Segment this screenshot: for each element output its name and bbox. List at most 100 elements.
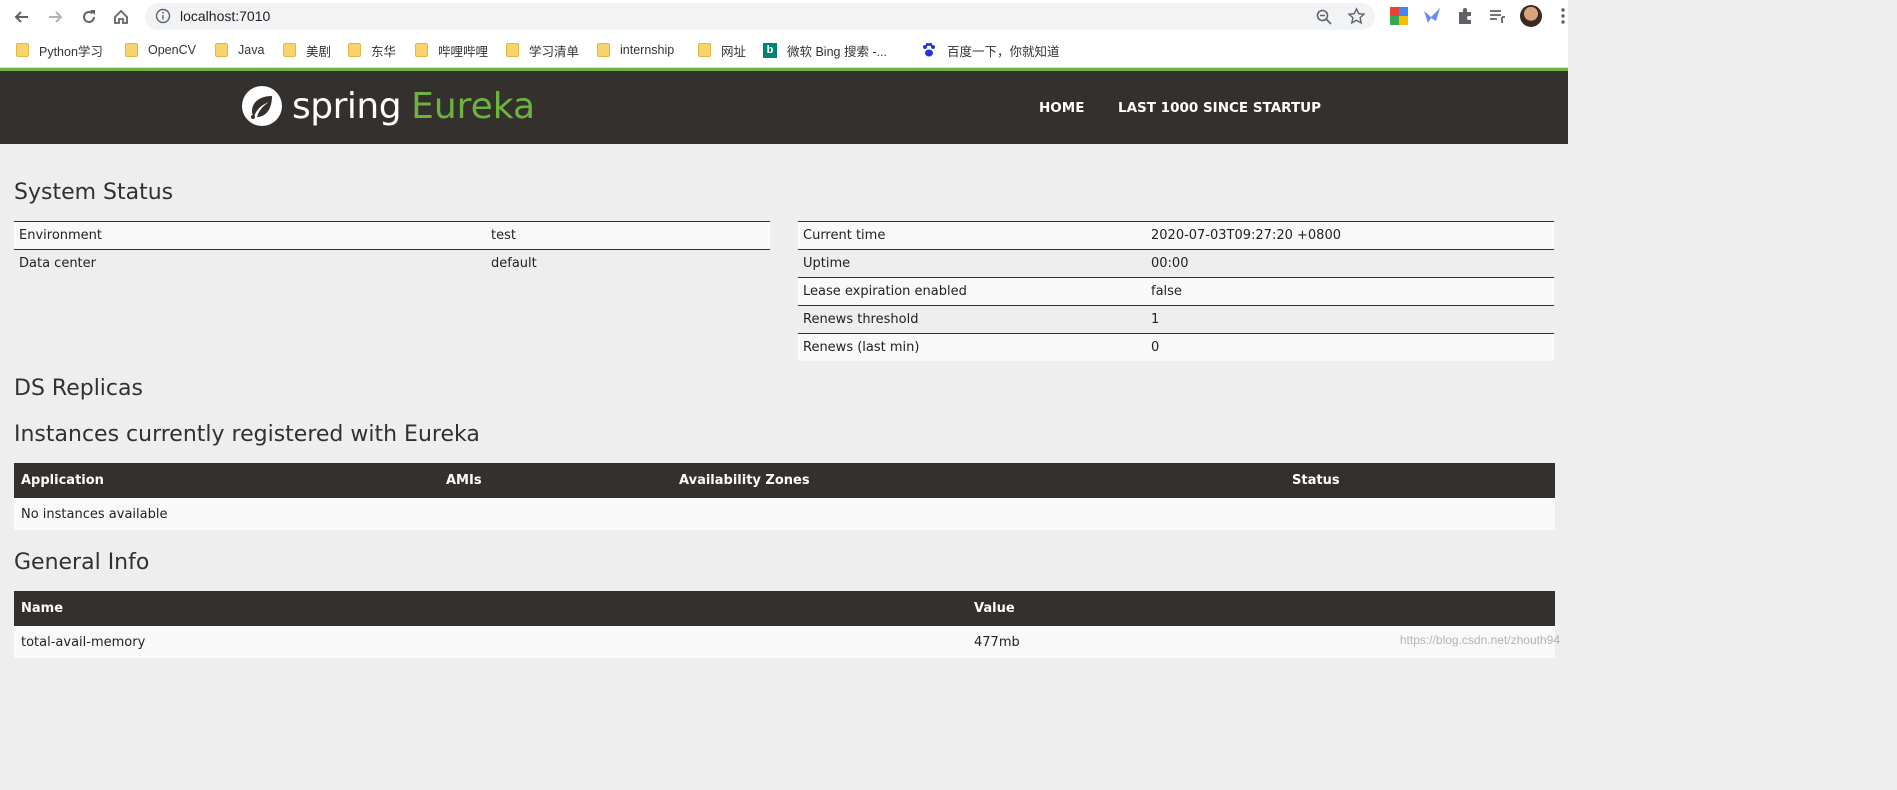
status-label: Lease expiration enabled bbox=[798, 277, 1146, 306]
folder-icon bbox=[698, 43, 711, 57]
table-row: total-avail-memory 477mb bbox=[14, 626, 1555, 658]
status-label: Data center bbox=[14, 249, 486, 277]
browser-toolbar: localhost:7010 bbox=[0, 0, 1568, 33]
system-status-title: System Status bbox=[14, 180, 174, 205]
info-name: total-avail-memory bbox=[14, 626, 967, 658]
column-header-status: Status bbox=[1285, 463, 1555, 498]
watermark-text: https://blog.csdn.net/zhouth94 bbox=[1399, 633, 1560, 647]
general-info-table: Name Value total-avail-memory 477mb bbox=[14, 591, 1555, 658]
brand-spring-text: spring bbox=[292, 85, 402, 127]
home-icon bbox=[114, 9, 128, 24]
bookmark-wangzhi[interactable]: 网址 bbox=[698, 41, 746, 59]
table-row: Current time 2020-07-03T09:27:20 +0800 bbox=[798, 221, 1554, 250]
bookmark-meiju[interactable]: 美剧 bbox=[283, 41, 331, 59]
bookmark-baidu[interactable]: 百度一下，你就知道 bbox=[921, 41, 1060, 59]
brand-logo-link[interactable]: spring Eureka bbox=[240, 83, 535, 129]
table-row: Environment test bbox=[14, 221, 770, 250]
colorful-extension-icon[interactable] bbox=[1389, 6, 1409, 26]
eureka-navbar: spring Eureka HOME LAST 1000 SINCE START… bbox=[0, 71, 1568, 144]
status-value: test bbox=[486, 221, 770, 250]
status-label: Environment bbox=[14, 221, 486, 250]
bookmark-label: 学习清单 bbox=[529, 44, 580, 59]
bookmark-label: OpenCV bbox=[148, 43, 196, 57]
table-row: Lease expiration enabled false bbox=[798, 277, 1554, 306]
table-row: Data center default bbox=[14, 249, 770, 277]
status-label: Renews (last min) bbox=[798, 333, 1146, 361]
bookmark-star-icon[interactable] bbox=[1347, 7, 1366, 26]
forward-arrow-icon bbox=[49, 11, 63, 23]
folder-icon bbox=[125, 43, 138, 57]
empty-instances-message: No instances available bbox=[14, 498, 1555, 530]
bookmark-bilibili[interactable]: 哔哩哔哩 bbox=[415, 41, 488, 59]
status-value: default bbox=[486, 249, 770, 277]
general-info-title: General Info bbox=[14, 550, 150, 575]
system-status-right-table: Current time 2020-07-03T09:27:20 +0800 U… bbox=[798, 221, 1554, 361]
bookmark-label: 网址 bbox=[721, 44, 747, 59]
profile-avatar[interactable] bbox=[1520, 5, 1542, 27]
bookmark-label: Python学习 bbox=[39, 44, 103, 59]
column-header-availability-zones: Availability Zones bbox=[672, 463, 1285, 498]
spring-leaf-icon bbox=[242, 86, 282, 126]
nav-last-1000-link[interactable]: LAST 1000 SINCE STARTUP bbox=[1118, 100, 1321, 116]
address-bar[interactable]: localhost:7010 bbox=[145, 3, 1375, 30]
puzzle-extensions-icon[interactable] bbox=[1455, 6, 1475, 26]
bookmark-label: Java bbox=[238, 43, 265, 57]
bookmark-label: 百度一下，你就知道 bbox=[947, 44, 1060, 59]
table-header-row: Name Value bbox=[14, 591, 1555, 626]
table-row: Renews (last min) 0 bbox=[798, 333, 1554, 361]
status-label: Renews threshold bbox=[798, 305, 1146, 334]
table-row: No instances available bbox=[14, 498, 1555, 530]
folder-icon bbox=[415, 43, 428, 57]
zoom-icon[interactable] bbox=[1315, 8, 1333, 26]
bookmark-label: 微软 Bing 搜索 -... bbox=[787, 44, 888, 59]
bookmark-donghua[interactable]: 东华 bbox=[348, 41, 396, 59]
bookmark-python[interactable]: Python学习 bbox=[16, 41, 103, 59]
folder-icon bbox=[506, 43, 519, 57]
instances-title: Instances currently registered with Eure… bbox=[14, 422, 480, 447]
instances-table: Application AMIs Availability Zones Stat… bbox=[14, 463, 1555, 530]
column-header-application: Application bbox=[14, 463, 439, 498]
system-status-left-table: Environment test Data center default bbox=[14, 221, 770, 277]
home-button[interactable] bbox=[108, 4, 134, 30]
column-header-name: Name bbox=[14, 591, 967, 626]
status-value: false bbox=[1146, 277, 1554, 306]
bookmark-java[interactable]: Java bbox=[215, 41, 264, 59]
browser-menu-icon[interactable] bbox=[1558, 6, 1568, 26]
folder-icon bbox=[215, 43, 228, 57]
status-value: 0 bbox=[1146, 333, 1554, 361]
reload-button[interactable] bbox=[76, 4, 102, 30]
bookmarks-bar: Python学习 OpenCV Java 美剧 东华 哔哩哔哩 学习清单 int… bbox=[0, 33, 1568, 68]
bookmark-bing[interactable]: b 微软 Bing 搜索 -... bbox=[763, 41, 887, 59]
bookmark-internship[interactable]: internship bbox=[597, 41, 674, 59]
column-header-amis: AMIs bbox=[439, 463, 672, 498]
folder-icon bbox=[597, 43, 610, 57]
column-header-value: Value bbox=[967, 591, 1555, 626]
reload-icon bbox=[83, 10, 95, 23]
forward-button[interactable] bbox=[42, 4, 68, 30]
bookmark-study-list[interactable]: 学习清单 bbox=[506, 41, 579, 59]
table-row: Renews threshold 1 bbox=[798, 305, 1554, 334]
status-label: Uptime bbox=[798, 249, 1146, 278]
back-button[interactable] bbox=[9, 4, 35, 30]
folder-icon bbox=[348, 43, 361, 57]
bing-icon: b bbox=[763, 42, 777, 58]
status-value: 2020-07-03T09:27:20 +0800 bbox=[1146, 221, 1554, 250]
nav-home-link[interactable]: HOME bbox=[1039, 100, 1084, 116]
bookmark-label: internship bbox=[620, 43, 675, 57]
reading-list-icon[interactable] bbox=[1487, 6, 1507, 26]
status-value: 1 bbox=[1146, 305, 1554, 334]
table-row: Uptime 00:00 bbox=[798, 249, 1554, 278]
brand-eureka-text: Eureka bbox=[411, 85, 536, 127]
table-header-row: Application AMIs Availability Zones Stat… bbox=[14, 463, 1555, 498]
bookmark-label: 美剧 bbox=[306, 44, 332, 59]
info-icon[interactable] bbox=[155, 8, 171, 24]
folder-icon bbox=[283, 43, 296, 57]
folder-icon bbox=[16, 43, 29, 57]
status-value: 00:00 bbox=[1146, 249, 1554, 278]
ds-replicas-title: DS Replicas bbox=[14, 376, 143, 401]
url-text[interactable]: localhost:7010 bbox=[180, 8, 270, 24]
back-arrow-icon bbox=[14, 11, 28, 23]
bird-extension-icon[interactable] bbox=[1422, 6, 1442, 26]
baidu-paw-icon bbox=[923, 42, 935, 57]
bookmark-opencv[interactable]: OpenCV bbox=[125, 41, 196, 59]
